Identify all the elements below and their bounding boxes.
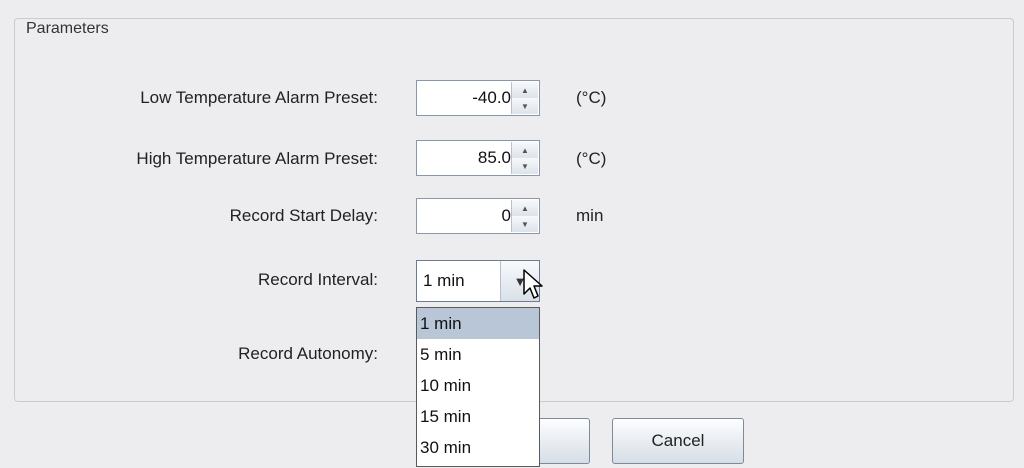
high-alarm-spin-buttons: ▲ ▼ — [511, 142, 538, 174]
ok-button[interactable] — [540, 418, 590, 464]
high-alarm-value[interactable]: 85.0 — [421, 148, 511, 168]
spin-down-arrow-icon[interactable]: ▼ — [512, 158, 538, 174]
mouse-pointer-icon — [523, 269, 543, 299]
high-alarm-label: High Temperature Alarm Preset: — [136, 149, 378, 168]
start-delay-label: Record Start Delay: — [229, 206, 378, 225]
interval-option[interactable]: 15 min — [417, 401, 539, 432]
cancel-button[interactable]: Cancel — [612, 418, 744, 464]
start-delay-value[interactable]: 0 — [421, 206, 511, 226]
spin-up-arrow-icon[interactable]: ▲ — [512, 200, 538, 217]
low-alarm-spin-buttons: ▲ ▼ — [511, 82, 538, 114]
low-alarm-spinner[interactable]: -40.0 ▲ ▼ — [416, 80, 540, 116]
high-alarm-unit: (°C) — [576, 149, 607, 168]
spin-down-arrow-icon[interactable]: ▼ — [512, 98, 538, 114]
low-alarm-unit: (°C) — [576, 88, 607, 107]
start-delay-unit: min — [576, 206, 604, 225]
spin-up-arrow-icon[interactable]: ▲ — [512, 82, 538, 99]
high-alarm-spinner[interactable]: 85.0 ▲ ▼ — [416, 140, 540, 176]
spin-down-arrow-icon[interactable]: ▼ — [512, 216, 538, 232]
start-delay-spinner[interactable]: 0 ▲ ▼ — [416, 198, 540, 234]
interval-option[interactable]: 10 min — [417, 370, 539, 401]
interval-selected-value[interactable]: 1 min — [423, 271, 465, 291]
start-delay-spin-buttons: ▲ ▼ — [511, 200, 538, 232]
spin-up-arrow-icon[interactable]: ▲ — [512, 142, 538, 159]
low-alarm-label: Low Temperature Alarm Preset: — [140, 88, 378, 107]
interval-label: Record Interval: — [258, 270, 378, 289]
interval-dropdown-list[interactable]: 1 min 5 min 10 min 15 min 30 min — [416, 307, 540, 467]
autonomy-label: Record Autonomy: — [238, 344, 378, 363]
parameters-group-title: Parameters — [20, 20, 115, 38]
low-alarm-value[interactable]: -40.0 — [421, 88, 511, 108]
interval-option[interactable]: 5 min — [417, 339, 539, 370]
interval-option[interactable]: 30 min — [417, 432, 539, 463]
interval-option[interactable]: 1 min — [417, 308, 539, 339]
